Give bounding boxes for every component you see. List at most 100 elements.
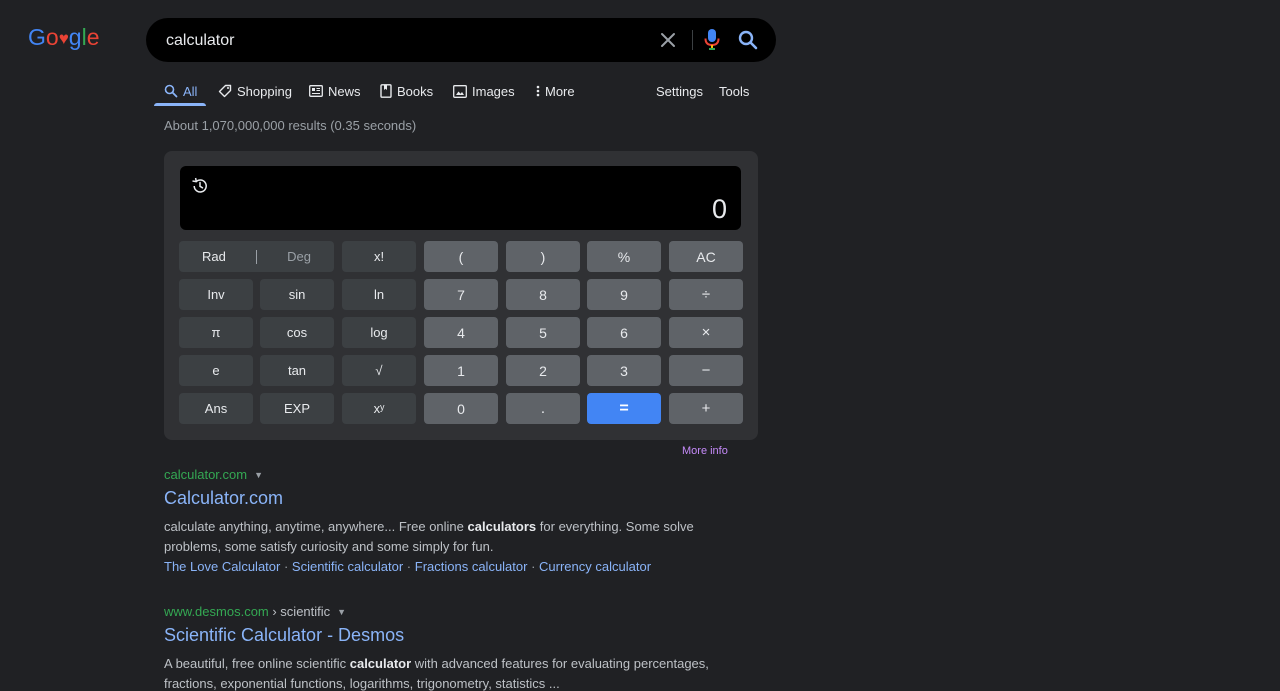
history-icon[interactable] (191, 177, 209, 195)
book-icon (380, 84, 392, 98)
factorial-button[interactable]: x! (342, 241, 416, 272)
result-domain[interactable]: www.desmos.com (164, 604, 269, 619)
sitelink-separator: · (527, 559, 540, 574)
snippet-text: fractions, exponential functions, logari… (164, 676, 560, 691)
close-paren-button[interactable]: ) (506, 241, 580, 272)
digit-9-button[interactable]: 9 (587, 279, 661, 310)
rad-label[interactable]: Rad (202, 249, 226, 264)
sitelink-separator: · (280, 559, 292, 574)
tab-label: Settings (656, 83, 703, 99)
logo-letter: G (28, 24, 46, 50)
more-vert-icon (536, 85, 540, 97)
snippet-text: for everything. Some solve (536, 519, 694, 534)
inverse-button[interactable]: Inv (179, 279, 253, 310)
digit-8-button[interactable]: 8 (506, 279, 580, 310)
newspaper-icon (309, 85, 323, 97)
divide-button[interactable]: ÷ (669, 279, 743, 310)
tab-more[interactable]: More (536, 78, 575, 104)
cos-button[interactable]: cos (260, 317, 334, 348)
euler-button[interactable]: e (179, 355, 253, 386)
search-icon[interactable] (737, 29, 759, 51)
search-result: calculator.com ▼ Calculator.com calculat… (164, 467, 724, 577)
sqrt-button[interactable]: √ (342, 355, 416, 386)
tab-images[interactable]: Images (453, 78, 515, 104)
sitelink[interactable]: Currency calculator (539, 559, 651, 574)
more-info-link[interactable]: More info (682, 445, 728, 457)
active-tab-indicator (154, 103, 206, 106)
digit-7-button[interactable]: 7 (424, 279, 498, 310)
add-button[interactable]: + (669, 393, 743, 424)
search-input[interactable] (164, 29, 638, 53)
caret-down-icon[interactable]: ▼ (337, 607, 346, 617)
close-icon[interactable] (658, 30, 678, 50)
search-result: www.desmos.com › scientific ▼ Scientific… (164, 604, 724, 691)
percent-button[interactable]: % (587, 241, 661, 272)
tab-books[interactable]: Books (380, 78, 433, 104)
search-results-page: Go♥gle A (0, 0, 1280, 691)
exp-button[interactable]: EXP (260, 393, 334, 424)
snippet-highlight: calculator (349, 656, 412, 671)
sitelink[interactable]: Fractions calculator (415, 559, 528, 574)
result-url: calculator.com ▼ (164, 467, 724, 482)
result-snippet: A beautiful, free online scientific calc… (164, 654, 724, 691)
ln-button[interactable]: ln (342, 279, 416, 310)
calculator-widget: 0 Rad Deg x! ( ) % AC Inv sin ln 7 8 9 ÷… (164, 151, 758, 440)
result-stats: About 1,070,000,000 results (0.35 second… (164, 118, 417, 133)
calculator-display: 0 (180, 166, 741, 230)
snippet-text: problems, some satisfy curiosity and som… (164, 539, 494, 554)
power-button[interactable]: xʸ (342, 393, 416, 424)
rad-deg-divider (256, 249, 257, 264)
tab-label: Books (397, 83, 434, 99)
pi-button[interactable]: π (179, 317, 253, 348)
answer-button[interactable]: Ans (179, 393, 253, 424)
tab-label: More (545, 83, 575, 99)
tab-shopping[interactable]: Shopping (218, 78, 292, 104)
all-clear-button[interactable]: AC (669, 241, 743, 272)
deg-label[interactable]: Deg (287, 249, 311, 264)
tag-icon (218, 84, 232, 98)
digit-4-button[interactable]: 4 (424, 317, 498, 348)
sitelink[interactable]: Scientific calculator (292, 559, 403, 574)
tab-label: Images (472, 83, 515, 99)
tab-label: All (183, 83, 198, 99)
tan-button[interactable]: tan (260, 355, 334, 386)
snippet-text: with advanced features for evaluating pe… (411, 656, 709, 671)
multiply-button[interactable]: × (669, 317, 743, 348)
microphone-icon[interactable] (704, 28, 720, 52)
result-path: › scientific (268, 604, 331, 619)
decimal-button[interactable]: . (506, 393, 580, 424)
log-button[interactable]: log (342, 317, 416, 348)
sitelink-separator: · (403, 559, 415, 574)
result-title[interactable]: Calculator.com (164, 488, 724, 509)
image-icon (453, 84, 467, 98)
tab-all[interactable]: All (154, 78, 206, 106)
google-doodle-logo[interactable]: Go♥gle (28, 24, 100, 51)
digit-3-button[interactable]: 3 (587, 355, 661, 386)
search-box (146, 18, 776, 62)
tab-label: News (328, 83, 361, 99)
caret-down-icon[interactable]: ▼ (254, 470, 263, 480)
snippet-text: A beautiful, free online scientific (164, 656, 350, 671)
logo-letter: o (45, 24, 59, 50)
tab-news[interactable]: News (309, 78, 361, 104)
digit-1-button[interactable]: 1 (424, 355, 498, 386)
result-sitelinks: The Love Calculator · Scientific calcula… (164, 557, 724, 577)
search-divider (692, 30, 693, 50)
sin-button[interactable]: sin (260, 279, 334, 310)
tab-tools[interactable]: Tools (719, 78, 749, 104)
logo-letter: e (86, 24, 100, 50)
equals-button[interactable]: = (587, 393, 661, 424)
search-tabs: All Shopping News Books Images More Sett… (154, 78, 764, 106)
digit-0-button[interactable]: 0 (424, 393, 498, 424)
snippet-text: calculate anything, anytime, anywhere...… (164, 519, 468, 534)
open-paren-button[interactable]: ( (424, 241, 498, 272)
result-title[interactable]: Scientific Calculator - Desmos (164, 625, 724, 646)
digit-6-button[interactable]: 6 (587, 317, 661, 348)
rad-deg-toggle[interactable]: Rad Deg (179, 241, 334, 272)
result-domain[interactable]: calculator.com (164, 467, 247, 482)
digit-2-button[interactable]: 2 (506, 355, 580, 386)
sitelink[interactable]: The Love Calculator (164, 559, 280, 574)
subtract-button[interactable]: − (669, 355, 743, 386)
tab-settings[interactable]: Settings (656, 78, 703, 104)
digit-5-button[interactable]: 5 (506, 317, 580, 348)
